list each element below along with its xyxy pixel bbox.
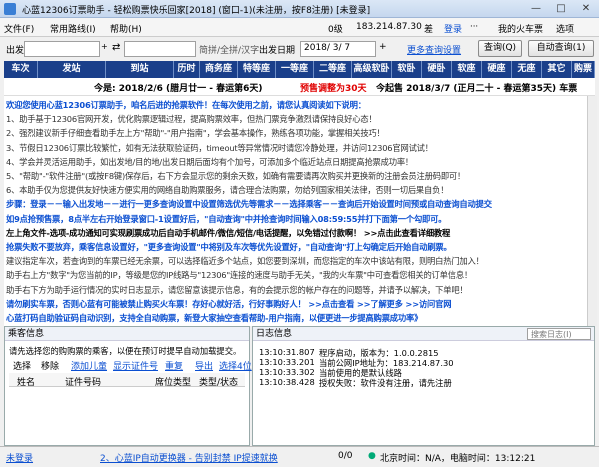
notice-line: 抢票失败不要放弃，乘客信息设置好，"更多查询设置"中将别及车次等优先设置好，"自… [6,242,452,252]
notice-line: 2、强烈建议新手仔细查看助手左上方"帮助"-"用户指南"，学会基本操作，熟练各项… [6,128,385,139]
column-header[interactable]: 一等座 [276,61,314,78]
time-info: 北京时间：N/A，电脑时间：13:12:21 [380,454,536,464]
notice-panel: 欢迎您使用心蓝12306订票助手，咱名后进的抢票软件！在每次使用之前，请您认真阅… [4,96,587,326]
minimize-button[interactable]: — [524,1,548,16]
passenger-tool[interactable]: 重复 [165,359,183,372]
close-button[interactable]: ✕ [574,1,598,16]
column-header[interactable]: 无座 [512,61,542,78]
column-header[interactable]: 硬卧 [422,61,452,78]
today-info: 今是: 2018/2/6 (腊月廿一 - 春运第6天) [94,84,263,94]
date-input[interactable]: 2018/ 3/ 7 [300,41,376,57]
target-date-info: 今起售 2018/3/7 (正月二十 - 春运第35天) 车票 [376,84,578,94]
passenger-tool[interactable]: 移除 [41,359,59,372]
search-toolbar: 出发 + ⇄ 简拼/全拼/汉字 出发日期 2018/ 3/ 7 + 更多查询设置… [0,37,599,61]
window-title: 心蓝12306订票助手 - 轻松购票快乐回家[2018] (窗口-1)(未注册，… [22,6,371,16]
notice-line: 1、助手基于12306官网开发，优化购票逻辑过程，提高购票效率，但热门票竞争激烈… [6,114,377,125]
passenger-hint: 请先选择您的购购票的乘客，以便在预订时提早自动加载提交。 [9,346,242,356]
options-link[interactable]: 选项 [556,22,574,35]
notice-line: 5、"帮助"-"软件注册"(或按F8键)保存后，右下方会显示您的剩余天数，如确有… [6,171,466,181]
counter: 0/0 [338,451,353,461]
column-header[interactable]: 到站 [106,61,174,78]
col-id: 证件号码 [65,378,102,388]
log-search-input[interactable]: 搜索日志(I) [527,328,591,340]
filter-hint: 简拼/全拼/汉字 [199,46,260,56]
column-header[interactable]: 二等座 [314,61,352,78]
from-station-input[interactable] [24,41,100,57]
col-type: 类型/状态 [199,378,239,388]
column-header[interactable]: 商务座 [200,61,238,78]
notice-line: 左上角文件-选项-成功通知可实现刷票成功后自动手机邮件/微信/短信/电话提醒，以… [6,227,451,238]
log-time: 13:10:31.807 [259,347,315,357]
column-header[interactable]: 历时 [174,61,200,78]
net-status: 差 [424,25,434,35]
passenger-panel-title: 乘客信息 [5,327,249,341]
add-date-icon[interactable]: + [379,42,387,52]
log-time: 13:10:33.302 [259,367,315,377]
passenger-tool[interactable]: 选择4位 [219,359,252,372]
my-tickets-link[interactable]: 我的火车票 [498,22,543,35]
col-name: 姓名 [17,378,36,388]
dots-icon: ··· [470,22,479,32]
notice-scrollbar[interactable] [587,96,597,326]
col-seat: 席位类型 [155,378,192,388]
notice-line: 助手右上方"数字"为您当前的IP，等级是您的IP线路与"12306"连接的速度与… [6,270,473,281]
clock-icon: ● [368,451,376,461]
column-header[interactable]: 购票 [572,61,595,78]
add-from-icon[interactable]: + [101,42,108,51]
column-header[interactable]: 其它 [542,61,572,78]
column-header[interactable]: 车次 [4,61,38,78]
news-link[interactable]: 2、心蓝IP自动更换器 - 告别封禁 IP提速就换 [100,451,278,464]
column-header[interactable]: 特等座 [238,61,276,78]
column-header[interactable]: 发站 [38,61,106,78]
status-bar: 未登录 2、心蓝IP自动更换器 - 告别封禁 IP提速就换 0/0 ● 北京时间… [0,446,599,467]
train-table-header: 车次 发站 到站 历时 商务座 特等座 一等座 二等座 高级软卧 软卧 硬卧 软座 硬座 无座 其它 购票 [4,61,595,78]
date-info-row: 今是: 2018/2/6 (腊月廿一 - 春运第6天) 预售调整为30天 今起售… [4,78,595,96]
column-header[interactable]: 软卧 [392,61,422,78]
log-panel: 日志信息 搜索日志(I) 13:10:31.807 程序启动，版本为：1.0.0.… [252,326,595,446]
notice-line: 步骤：登录－－输入出发地－－进行一更多查询设置中设置筛选优先等需求－－选择乘客－… [6,199,492,210]
auto-query-button[interactable]: 自动查询(1) [528,40,594,57]
to-station-input[interactable] [124,41,196,57]
notice-line: 6、本助手仅为您提供友好快速方便实用的网络自助购票服务，请合理合法购票，勿给列国… [6,185,449,196]
menu-routes[interactable]: 常用路线(I) [50,22,96,35]
passenger-tool[interactable]: 导出 [195,359,213,372]
notice-line: 心蓝打码自助验证码自动识别，支持全自动购票，新登大家抽空查看帮助-用户指南，以便… [6,313,423,323]
menu-bar: 文件(F) 常用路线(I) 帮助(H) 0级 183.214.87.30 差 登… [0,18,599,37]
menu-file[interactable]: 文件(F) [4,22,34,35]
more-settings-link[interactable]: 更多查询设置 [407,43,461,56]
notice-line: 3、节假日12306订票比较繁忙，如有无法获取验证码，timeout等异常情况时… [6,142,433,153]
login-link[interactable]: 登录 [444,22,462,35]
column-header[interactable]: 高级软卧 [352,61,392,78]
login-status[interactable]: 未登录 [6,451,33,464]
ip-label: 183.214.87.30 [356,22,422,32]
app-icon [4,3,16,15]
menu-help[interactable]: 帮助(H) [110,22,142,35]
log-message: 授权失败：软件没有注册，请先注册 [319,378,452,388]
swap-icon[interactable]: ⇄ [112,42,120,53]
notice-line: 建议指定车次，若查询到的车票已经无余票，可以选择临近多个站点，如您要到深圳，而您… [6,256,484,267]
notice-line: 欢迎您使用心蓝12306订票助手，咱名后进的抢票软件！在每次使用之前，请您认真阅… [6,100,366,110]
level-label: 0级 [328,25,343,35]
presale-info: 预售调整为30天 [300,84,367,94]
notice-line: 如9点抢预售票，8点半左右开始登录窗口-1设置好后，"自动查询"中并抢查询时间输… [6,213,447,224]
notice-line: 4、学会并灵活运用助手，如出发地/目的地/出发日期后面均有个加号，可添加多个临近… [6,156,414,167]
maximize-button[interactable]: □ [549,1,573,16]
from-label: 出发 [6,46,25,56]
date-label: 出发日期 [259,46,296,56]
notice-line: 助手右下方为助手运行情况的实时日志显示，请您留意该提示信息，有的会提示您的帐户存… [6,284,468,295]
column-header[interactable]: 软座 [452,61,482,78]
title-bar: 心蓝12306订票助手 - 轻松购票快乐回家[2018] (窗口-1)(未注册，… [0,0,599,18]
passenger-table-header: 姓名 证件号码 席位类型 类型/状态 [9,373,245,388]
passenger-panel: 乘客信息 请先选择您的购购票的乘客，以便在预订时提早自动加载提交。 选择 移除 添加… [4,326,252,446]
passenger-tool[interactable]: 显示证件号 [113,359,158,372]
passenger-tool[interactable]: 添加儿童 [71,359,107,372]
log-time: 13:10:38.428 [259,377,315,387]
column-header[interactable]: 硬座 [482,61,512,78]
log-time: 13:10:33.201 [259,357,315,367]
notice-line: 请勿刷实车票，否则心蓝有可能被禁止购买火车票！存好心就好活，行好事购好人！ >>… [6,298,452,309]
passenger-tool[interactable]: 选择 [13,359,31,372]
query-button[interactable]: 查询(Q) [478,40,522,57]
